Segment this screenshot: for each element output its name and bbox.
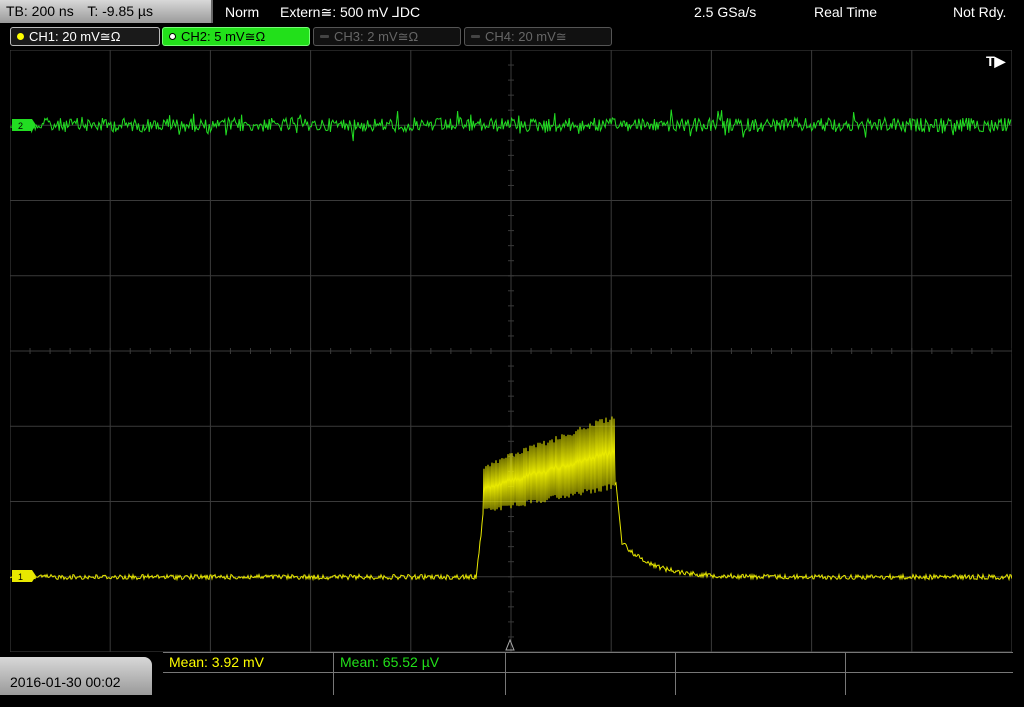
channel-2-label: CH2: 5 mV≅Ω [181, 29, 266, 44]
measurement-column-divider [505, 652, 506, 695]
channel-2-dot-icon [169, 33, 176, 40]
trigger-time-label: T: -9.85 µs [87, 3, 153, 19]
channel-4-button[interactable]: CH4: 20 mV≅ [464, 27, 612, 46]
measurement-panel: Mean: 3.92 mV Mean: 65.52 µV [163, 652, 1013, 695]
date-time-box: 2016-01-30 00:02 [0, 657, 152, 695]
channel-3-label: CH3: 2 mV≅Ω [334, 29, 419, 44]
waveform-display[interactable]: 2 1 T▶ [10, 50, 1012, 652]
channel-1-dot-icon [17, 33, 24, 40]
acquisition-type: Real Time [814, 4, 878, 20]
measurement-ch2-mean[interactable]: Mean: 65.52 µV [340, 652, 439, 672]
timebase-box[interactable]: TB: 200 ns T: -9.85 µs [0, 0, 213, 23]
channel-2-marker-shape [12, 119, 36, 131]
channel-2-marker-label: 2 [18, 121, 23, 131]
trigger-status: Not Rdy. [953, 4, 1007, 20]
channel-1-marker-label: 1 [18, 572, 23, 582]
channel-bar: CH1: 20 mV≅Ω CH2: 5 mV≅Ω CH3: 2 mV≅Ω CH4… [0, 24, 1024, 50]
measurement-column-divider [675, 652, 676, 695]
measurement-column-divider [333, 652, 334, 695]
trigger-position-marker[interactable]: T▶ [986, 53, 1007, 69]
channel-2-button[interactable]: CH2: 5 mV≅Ω [162, 27, 310, 46]
trigger-source[interactable]: Extern≅: 500 mV ⅃DC [280, 0, 420, 24]
measurement-divider [163, 672, 1013, 673]
acquisition-mode[interactable]: Norm [225, 0, 259, 24]
timebase-label: TB: 200 ns [6, 3, 74, 19]
channel-2-ground-marker[interactable]: 2 [12, 119, 36, 131]
sample-rate: 2.5 GSa/s [694, 4, 757, 20]
measurement-column-divider [845, 652, 846, 695]
channel-4-off-icon [471, 35, 480, 38]
channel-3-button[interactable]: CH3: 2 mV≅Ω [313, 27, 461, 46]
channel-1-ground-marker[interactable]: 1 [12, 570, 36, 582]
channel-3-off-icon [320, 35, 329, 38]
date-time-label: 2016-01-30 00:02 [10, 674, 121, 690]
channel-1-button[interactable]: CH1: 20 mV≅Ω [10, 27, 160, 46]
top-status-bar: TB: 200 ns T: -9.85 µs Norm Extern≅: 500… [0, 0, 1024, 24]
channel-1-label: CH1: 20 mV≅Ω [29, 29, 121, 44]
measurement-ch1-mean[interactable]: Mean: 3.92 mV [169, 652, 264, 672]
measurement-border-top [163, 652, 1013, 653]
channel-4-label: CH4: 20 mV≅ [485, 29, 567, 44]
channel-1-marker-shape [12, 570, 36, 582]
